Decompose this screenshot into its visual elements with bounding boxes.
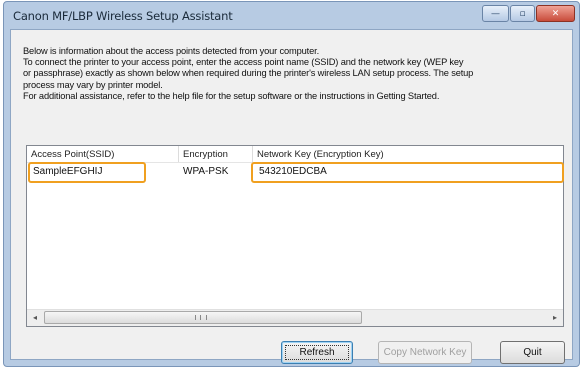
- column-header-ssid[interactable]: Access Point(SSID): [27, 146, 179, 162]
- minimize-icon[interactable]: —: [482, 5, 509, 22]
- info-line: process may vary by printer model.: [23, 79, 163, 90]
- scroll-right-icon[interactable]: ▸: [547, 310, 563, 326]
- list-header: Access Point(SSID) Encryption Network Ke…: [27, 146, 563, 163]
- column-header-network-key[interactable]: Network Key (Encryption Key): [253, 146, 563, 162]
- instructions-text: Below is information about the access po…: [23, 46, 571, 102]
- refresh-button[interactable]: Refresh: [281, 341, 353, 364]
- close-icon[interactable]: ✕: [536, 5, 575, 22]
- network-key-highlight: [251, 162, 564, 183]
- scrollbar-thumb[interactable]: [44, 311, 362, 324]
- dialog-content: Below is information about the access po…: [10, 29, 573, 364]
- window-title: Canon MF/LBP Wireless Setup Assistant: [13, 9, 233, 23]
- horizontal-scrollbar[interactable]: ◂ ▸: [27, 309, 563, 326]
- setup-assistant-window: Canon MF/LBP Wireless Setup Assistant — …: [3, 1, 580, 367]
- quit-button[interactable]: Quit: [500, 341, 565, 364]
- encryption-cell: WPA-PSK: [183, 166, 229, 177]
- title-bar[interactable]: Canon MF/LBP Wireless Setup Assistant — …: [4, 2, 579, 29]
- maximize-icon[interactable]: ▫: [510, 5, 535, 22]
- grip-icon: [195, 315, 207, 320]
- copy-network-key-button[interactable]: Copy Network Key: [378, 341, 472, 364]
- info-line: For additional assistance, refer to the …: [23, 90, 440, 101]
- focus-outline: [285, 345, 349, 360]
- info-line: To connect the printer to your access po…: [23, 57, 464, 68]
- ssid-highlight: [28, 162, 146, 183]
- info-line: or passphrase) exactly as shown below wh…: [23, 68, 474, 79]
- column-header-encryption[interactable]: Encryption: [179, 146, 253, 162]
- scroll-left-icon[interactable]: ◂: [27, 310, 43, 326]
- info-line: Below is information about the access po…: [23, 46, 320, 56]
- access-point-list[interactable]: Access Point(SSID) Encryption Network Ke…: [26, 145, 564, 327]
